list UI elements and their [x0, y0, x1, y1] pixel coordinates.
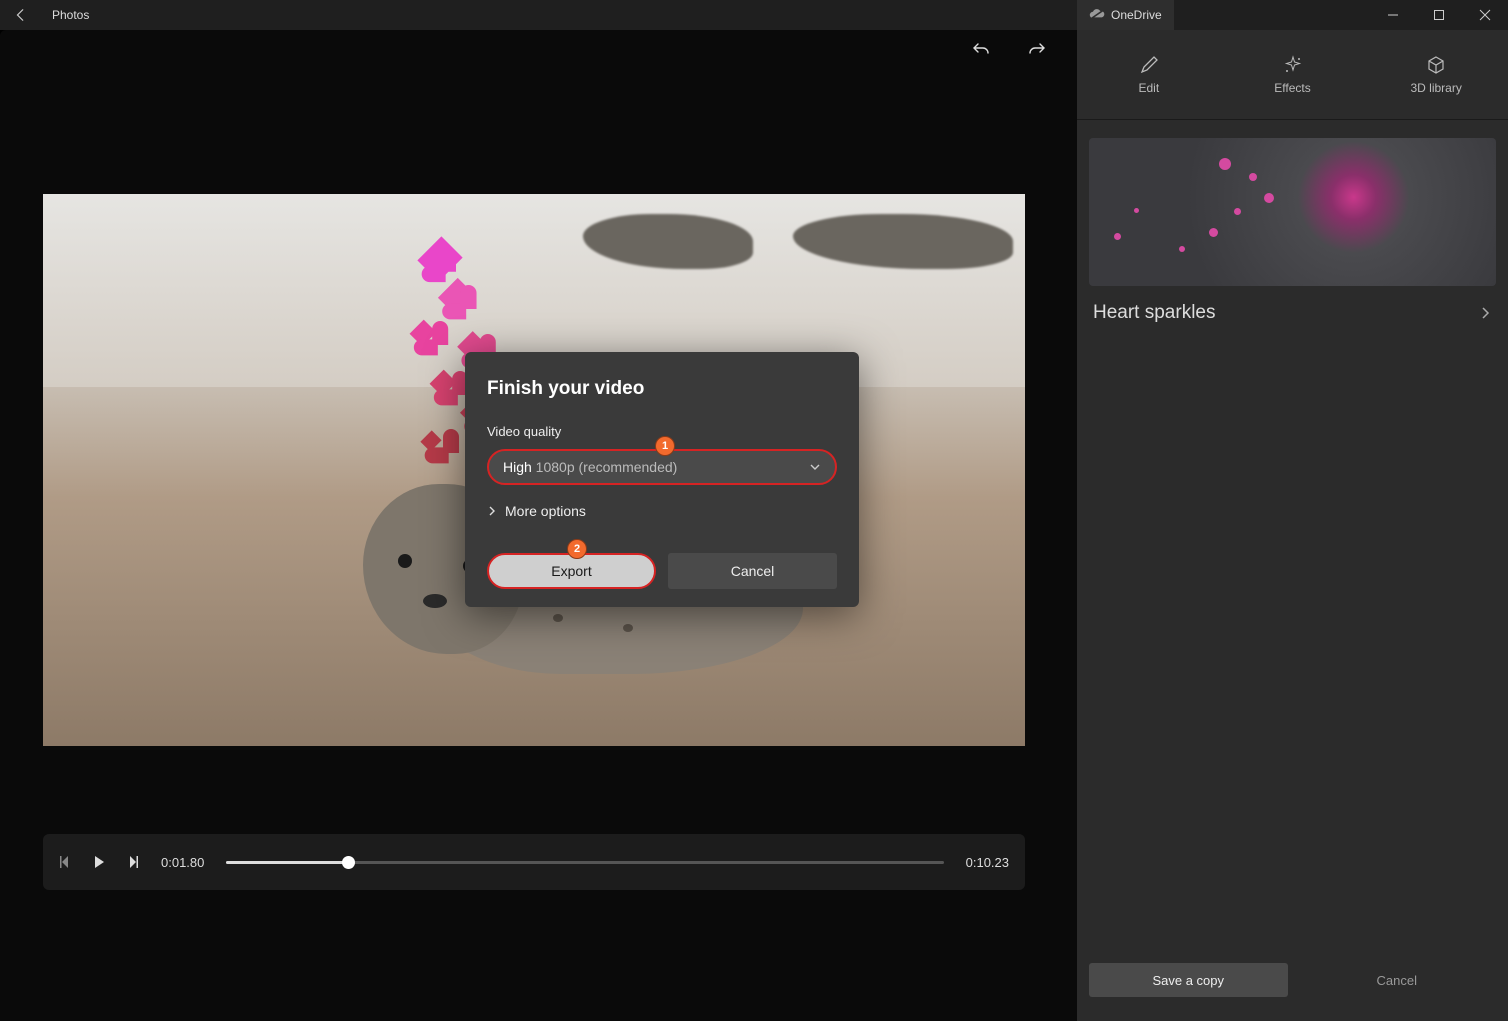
side-panel: Edit Effects 3D library: [1077, 30, 1508, 1021]
step-back-button[interactable]: [59, 855, 71, 869]
tab-effects-label: Effects: [1274, 81, 1310, 95]
tab-edit[interactable]: Edit: [1077, 30, 1221, 119]
play-button[interactable]: [93, 855, 105, 869]
app-title: Photos: [42, 8, 89, 22]
effect-card[interactable]: Heart sparkles: [1089, 138, 1496, 324]
dialog-cancel-button[interactable]: Cancel: [668, 553, 837, 589]
effect-thumbnail: [1089, 138, 1496, 286]
editor-area: Finish your video Video quality 1 High 1…: [0, 30, 1077, 1021]
tab-3d-library[interactable]: 3D library: [1364, 30, 1508, 119]
step-forward-button[interactable]: [127, 855, 139, 869]
redo-button[interactable]: [1027, 40, 1047, 60]
panel-cancel-button[interactable]: Cancel: [1298, 963, 1497, 997]
tab-edit-label: Edit: [1138, 81, 1159, 95]
current-time: 0:01.80: [161, 855, 204, 870]
onedrive-label: OneDrive: [1111, 8, 1162, 22]
window-controls: [1370, 0, 1508, 30]
effect-name: Heart sparkles: [1093, 302, 1216, 324]
annotation-badge-1: 1: [655, 436, 675, 456]
save-copy-button[interactable]: Save a copy: [1089, 963, 1288, 997]
maximize-button[interactable]: [1416, 0, 1462, 30]
tab-3d-library-label: 3D library: [1411, 81, 1462, 95]
cube-icon: [1426, 55, 1446, 75]
playback-bar: 0:01.80 0:10.23: [43, 834, 1025, 890]
onedrive-tab[interactable]: OneDrive: [1077, 0, 1174, 30]
undo-button[interactable]: [971, 40, 991, 60]
minimize-button[interactable]: [1370, 0, 1416, 30]
back-button[interactable]: [0, 0, 42, 30]
close-button[interactable]: [1462, 0, 1508, 30]
chevron-down-icon: [809, 461, 821, 473]
titlebar: Photos OneDrive: [0, 0, 1508, 30]
chevron-right-icon: [487, 506, 497, 516]
seek-bar[interactable]: [226, 861, 943, 864]
cloud-off-icon: [1089, 9, 1105, 21]
total-time: 0:10.23: [966, 855, 1009, 870]
more-options-label: More options: [505, 503, 586, 519]
chevron-right-icon: [1480, 306, 1490, 320]
video-quality-value: High 1080p (recommended): [503, 459, 677, 475]
more-options-toggle[interactable]: More options: [487, 503, 837, 519]
pencil-icon: [1139, 55, 1159, 75]
export-button[interactable]: Export: [487, 553, 656, 589]
annotation-badge-2: 2: [567, 539, 587, 559]
sparkle-icon: [1283, 55, 1303, 75]
tab-effects[interactable]: Effects: [1221, 30, 1365, 119]
dialog-title: Finish your video: [487, 378, 837, 400]
finish-video-dialog: Finish your video Video quality 1 High 1…: [465, 352, 859, 607]
